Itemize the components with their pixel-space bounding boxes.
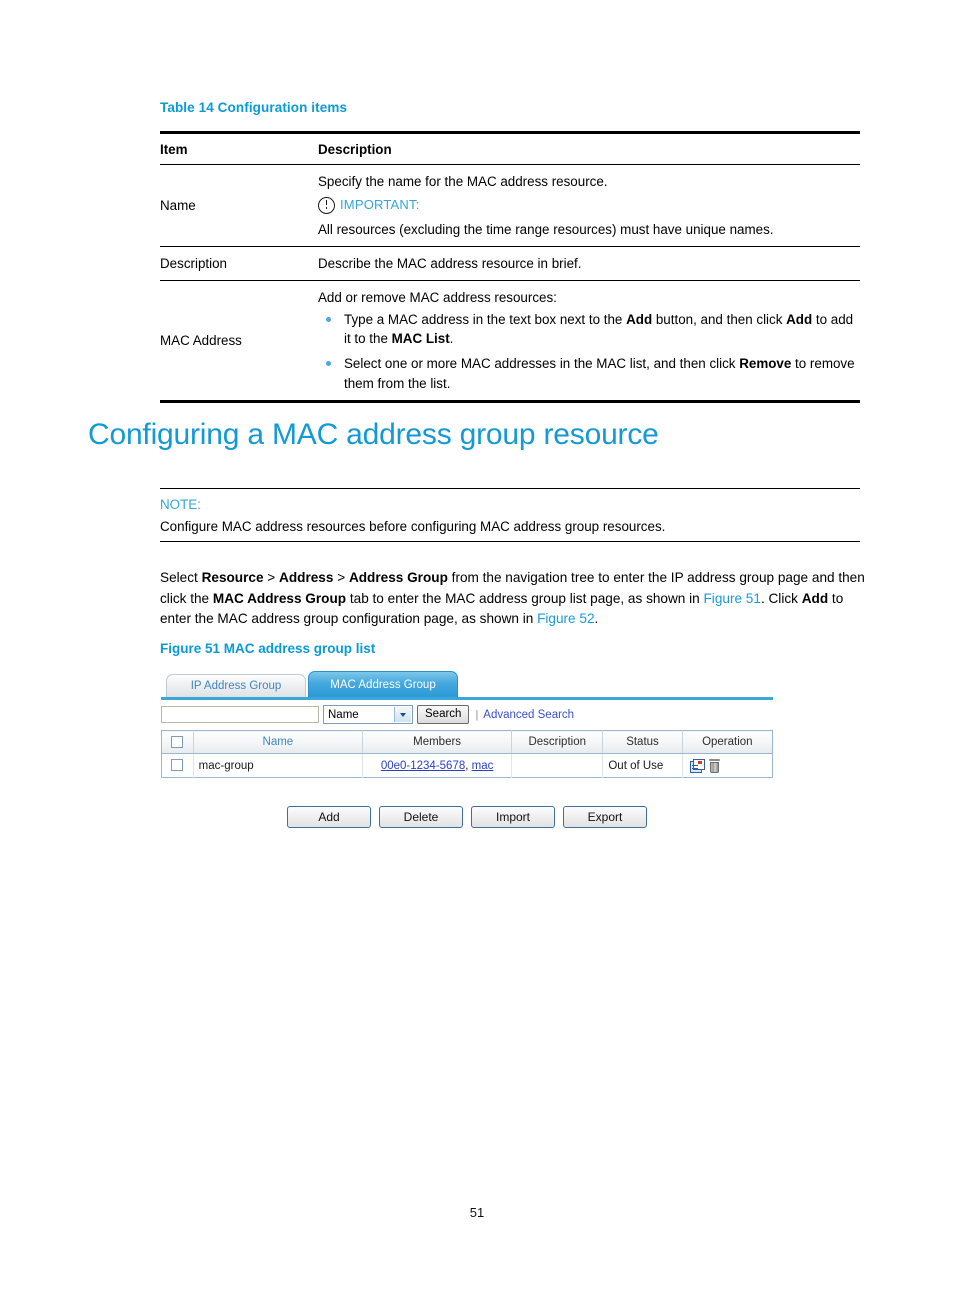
- figure-52-link[interactable]: Figure 52: [537, 611, 594, 626]
- cell-members: 00e0-1234-5678, mac: [362, 753, 513, 778]
- table-row: MAC Address Add or remove MAC address re…: [160, 280, 860, 403]
- column-header-name[interactable]: Name: [193, 730, 364, 754]
- action-button-row: Add Delete Import Export: [161, 806, 773, 828]
- cell-operation: [682, 753, 773, 778]
- note-callout: NOTE: Configure MAC address resources be…: [160, 488, 860, 542]
- select-all-header[interactable]: [161, 730, 194, 754]
- member-link-mac[interactable]: mac: [472, 760, 494, 772]
- advanced-search-link[interactable]: Advanced Search: [483, 709, 574, 721]
- cell-description-description: Describe the MAC address resource in bri…: [318, 246, 860, 281]
- note-label: NOTE:: [160, 497, 201, 512]
- search-button[interactable]: Search: [417, 705, 470, 724]
- column-header-operation: Operation: [682, 730, 773, 754]
- table-header-row: Item Description: [160, 130, 860, 166]
- column-header-status: Status: [602, 730, 683, 754]
- chevron-down-icon: [394, 707, 411, 722]
- separator: |: [475, 708, 479, 721]
- operation-icons: [688, 758, 767, 773]
- table-row: mac-group 00e0-1234-5678, mac Out of Use: [161, 753, 773, 778]
- table-header-row: Name Members Description Status Operatio…: [161, 730, 773, 754]
- search-field-select-value: Name: [328, 708, 359, 721]
- description-intro: Add or remove MAC address resources:: [318, 289, 557, 305]
- row-select-cell[interactable]: [161, 753, 194, 778]
- cell-description-mac-address: Add or remove MAC address resources: Typ…: [318, 280, 860, 403]
- column-header-description: Description: [318, 130, 860, 166]
- column-header-members: Members: [362, 730, 513, 754]
- important-callout: IMPORTANT:: [318, 196, 860, 214]
- search-bar: Name Search | Advanced Search: [161, 700, 773, 727]
- bullet-item: Select one or more MAC addresses in the …: [318, 354, 860, 393]
- table-caption: Table 14 Configuration items: [160, 100, 348, 115]
- document-page: Table 14 Configuration items Item Descri…: [0, 0, 954, 1296]
- delete-icon[interactable]: [708, 758, 720, 773]
- search-field-select[interactable]: Name: [323, 705, 413, 724]
- cell-description-name: Specify the name for the MAC address res…: [318, 164, 860, 247]
- cell-status: Out of Use: [602, 753, 683, 778]
- import-button[interactable]: Import: [471, 806, 555, 828]
- configuration-items-table: Item Description Name Specify the name f…: [160, 130, 860, 403]
- search-input[interactable]: [161, 706, 319, 723]
- description-intro: Specify the name for the MAC address res…: [318, 174, 608, 190]
- instruction-paragraph: Select Resource > Address > Address Grou…: [160, 570, 865, 627]
- tab-mac-address-group[interactable]: MAC Address Group: [308, 671, 458, 697]
- tab-bar: IP Address Group MAC Address Group: [161, 670, 773, 697]
- delete-button[interactable]: Delete: [379, 806, 463, 828]
- bullet-list: Type a MAC address in the text box next …: [318, 310, 860, 393]
- column-header-item: Item: [160, 130, 318, 166]
- figure-51-link[interactable]: Figure 51: [704, 591, 761, 606]
- page-title: Configuring a MAC address group resource: [88, 418, 659, 451]
- important-label: IMPORTANT:: [340, 197, 420, 213]
- export-button[interactable]: Export: [563, 806, 647, 828]
- exclamation-circle-icon: [318, 196, 335, 214]
- figure-caption: Figure 51 MAC address group list: [160, 641, 376, 656]
- tab-ip-address-group[interactable]: IP Address Group: [166, 674, 306, 697]
- important-body: All resources (excluding the time range …: [318, 221, 774, 237]
- cell-item-name: Name: [160, 164, 318, 247]
- add-button[interactable]: Add: [287, 806, 371, 828]
- embedded-ui-screenshot: IP Address Group MAC Address Group Name …: [161, 670, 773, 828]
- note-text: Configure MAC address resources before c…: [160, 519, 666, 534]
- cell-name: mac-group: [193, 753, 364, 778]
- bullet-item: Type a MAC address in the text box next …: [318, 310, 860, 349]
- address-group-table: Name Members Description Status Operatio…: [161, 730, 773, 778]
- cell-description: [511, 753, 604, 778]
- page-number: 51: [469, 1205, 485, 1220]
- table-row: Name Specify the name for the MAC addres…: [160, 164, 860, 247]
- edit-icon[interactable]: [689, 759, 705, 773]
- select-all-checkbox[interactable]: [171, 735, 184, 748]
- table-row: Description Describe the MAC address res…: [160, 246, 860, 281]
- cell-item-mac-address: MAC Address: [160, 280, 318, 403]
- member-link-mac-address[interactable]: 00e0-1234-5678: [381, 760, 465, 772]
- column-header-description: Description: [511, 730, 604, 754]
- cell-item-description: Description: [160, 246, 318, 281]
- row-checkbox[interactable]: [171, 759, 184, 772]
